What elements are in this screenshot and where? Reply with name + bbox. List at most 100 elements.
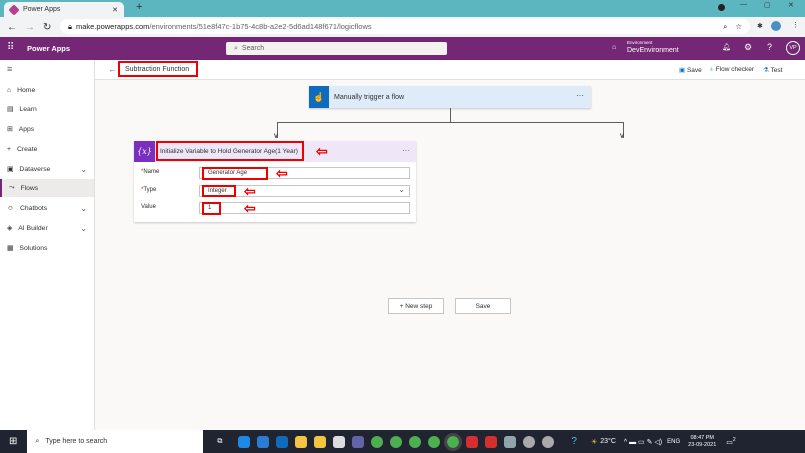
command-bar: ← Subtraction Function ▣ Save ♁ Flow che… (95, 60, 805, 80)
settings-icon[interactable]: ⚙ (744, 42, 752, 53)
help-icon[interactable]: ? (767, 42, 772, 52)
trigger-card[interactable]: ☝ Manually trigger a flow ··· (309, 86, 591, 108)
search-icon: ⌕ (234, 44, 238, 52)
solutions-icon: ▦ (7, 245, 14, 252)
bookmark-star-icon[interactable]: ☆ (735, 22, 742, 31)
help-icon[interactable]: ? (571, 436, 577, 447)
close-tab-icon[interactable]: ✕ (112, 6, 118, 14)
tab-title: Power Apps (23, 6, 61, 13)
chrome-icon[interactable] (408, 435, 421, 448)
new-tab-icon[interactable]: + (136, 1, 142, 13)
zoom-icon[interactable]: ⌕ (723, 22, 727, 32)
date: 23-09-2021 (688, 441, 717, 448)
back-arrow-icon[interactable]: ← (108, 64, 117, 74)
variable-icon: {x} (134, 141, 155, 162)
tray-icons[interactable]: ^ ▬ ▭ ✎ ◁) (624, 438, 662, 446)
app-launcher-icon[interactable]: ⠿ (7, 42, 14, 53)
value-field[interactable]: 1 (199, 202, 410, 214)
chrome-icon[interactable] (389, 435, 402, 448)
environment-name[interactable]: DevEnvironment (627, 47, 679, 54)
mail-icon[interactable] (294, 435, 307, 448)
time: 08:47 PM (690, 434, 714, 441)
sidebar-item-solutions[interactable]: ▦ Solutions (0, 239, 94, 257)
annotation-arrow-icon: ⇦ (244, 183, 256, 199)
weather-temp[interactable]: 23°C (600, 438, 616, 445)
app-icon[interactable] (541, 435, 554, 448)
sidebar-item-dataverse[interactable]: ▣ Dataverse ⌄ (0, 160, 94, 178)
name-label: *Name (141, 169, 159, 175)
app-icon[interactable] (503, 435, 516, 448)
pdf-icon[interactable] (484, 435, 497, 448)
app-name[interactable]: Power Apps (27, 44, 70, 53)
test-command[interactable]: ⚗ Test (763, 66, 782, 74)
outlook-icon[interactable] (275, 435, 288, 448)
forward-icon[interactable]: → (25, 22, 35, 33)
pdf-icon[interactable] (465, 435, 478, 448)
browser-tab[interactable]: Power Apps ✕ (4, 2, 124, 17)
extensions-icon[interactable]: ✱ (757, 22, 763, 30)
teams-icon[interactable] (351, 435, 364, 448)
value-label: Value (141, 204, 156, 210)
sidebar-item-ai-builder[interactable]: ◈ AI Builder ⌄ (0, 219, 94, 237)
sidebar-item-home[interactable]: ⌂ Home (0, 81, 94, 99)
avatar[interactable]: VP (786, 41, 800, 55)
back-icon[interactable]: ← (7, 22, 17, 33)
language-indicator[interactable]: ENG (667, 439, 680, 445)
save-button[interactable]: Save (455, 298, 511, 314)
record-icon[interactable] (718, 4, 725, 11)
annotation-arrow-icon: ⇦ (316, 143, 328, 159)
clock[interactable]: 08:47 PM 23-09-2021 (688, 435, 716, 449)
minimize-icon[interactable]: — (740, 1, 747, 8)
save-icon: ▣ (679, 67, 687, 74)
search-placeholder: Search (241, 45, 265, 52)
store-icon[interactable] (256, 435, 269, 448)
flow-checker-command[interactable]: ♁ Flow checker (709, 66, 754, 73)
annotation-arrow-icon: ⇦ (276, 165, 288, 181)
save-command[interactable]: ▣ Save (679, 66, 702, 74)
sidebar-item-label: Dataverse (19, 165, 51, 173)
sidebar-item-label: Learn (19, 105, 37, 113)
taskbar-search-placeholder: Type here to search (45, 438, 108, 445)
chrome-icon[interactable] (443, 432, 462, 451)
url-field[interactable]: 🔒︎ make.powerapps.com/environments/51e8f… (60, 19, 750, 34)
more-options-icon[interactable]: ··· (402, 146, 410, 155)
connector (277, 122, 624, 123)
profile-icon[interactable] (771, 21, 781, 31)
reload-icon[interactable]: ↻ (43, 22, 51, 33)
search-icon: ⌕ (35, 437, 40, 445)
edge-icon[interactable] (237, 435, 250, 448)
type-label: *Type (141, 187, 156, 193)
sidebar-item-learn[interactable]: ▤ Learn (0, 100, 94, 118)
chrome-icon[interactable] (427, 435, 440, 448)
new-step-button[interactable]: + New step (388, 298, 444, 314)
sidebar-item-label: Create (16, 145, 38, 153)
menu-icon[interactable]: ⋮ (792, 21, 799, 29)
windows-start-icon[interactable]: ⊞ (9, 436, 17, 447)
sidebar-item-apps[interactable]: ⊞ Apps (0, 120, 94, 138)
sidebar-item-flows[interactable]: ⤳ Flows (0, 179, 94, 197)
app-icon[interactable] (522, 435, 535, 448)
taskbar-search[interactable]: ⌕ Type here to search (27, 430, 204, 453)
sidebar-item-chatbots[interactable]: ☺ Chatbots ⌄ (0, 199, 94, 217)
collapse-menu-icon[interactable]: ≡ (7, 64, 12, 74)
chrome-icon[interactable] (370, 435, 383, 448)
save-label: Save (686, 67, 702, 74)
taskbar: ⊞ ⌕ Type here to search ⧉ ? ☀ 23°C ^ ▬ ▭ … (0, 430, 805, 453)
trigger-title: Manually trigger a flow (334, 94, 405, 101)
annotation-box (156, 141, 304, 161)
annotation-box (202, 202, 221, 215)
folder-icon[interactable] (313, 435, 326, 448)
close-window-icon[interactable]: ✕ (788, 1, 794, 9)
notifications-icon[interactable]: ▭2 (726, 437, 735, 446)
manual-trigger-icon: ☝ (309, 86, 329, 108)
task-view-icon[interactable]: ⧉ (217, 438, 222, 446)
maximize-icon[interactable]: ▢ (764, 1, 771, 9)
notifications-icon[interactable]: 🔔︎ (722, 43, 731, 51)
sidebar-item-create[interactable]: + Create (0, 140, 94, 158)
notepad-icon[interactable] (332, 435, 345, 448)
initialize-variable-card: {x} Initialize Variable to Hold Generato… (134, 141, 416, 222)
search-input[interactable]: ⌕ Search (226, 42, 447, 55)
flask-icon: ⚗ (763, 67, 771, 74)
more-options-icon[interactable]: ··· (576, 91, 584, 100)
sidebar-item-label: Flows (20, 184, 39, 192)
